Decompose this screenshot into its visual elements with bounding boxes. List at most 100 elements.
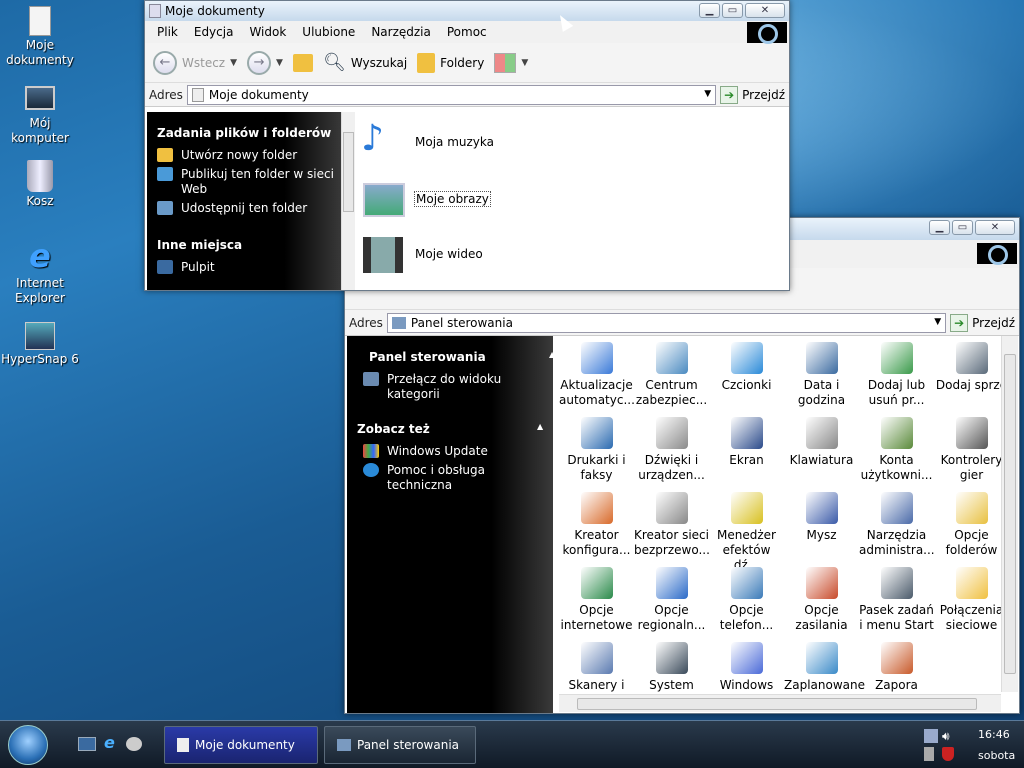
cp-item[interactable]: Ekran	[709, 417, 784, 468]
other-places-title[interactable]: Inne miejsca	[157, 238, 343, 252]
cp-item[interactable]: System	[634, 642, 709, 692]
menu-ulubione[interactable]: Ulubione	[294, 25, 363, 39]
cp-item[interactable]: Zapora systemu Windows	[859, 642, 934, 692]
h-scroll-thumb[interactable]	[577, 698, 977, 710]
minimize-button[interactable]: ▁	[929, 220, 950, 235]
chevron-down-icon[interactable]: ▼	[934, 317, 941, 327]
scroll-thumb[interactable]	[1004, 354, 1016, 674]
control-panel-window[interactable]: ▁ ▭ ✕ Adres Panel sterowania ▼ ➔ Przejdź…	[344, 217, 1020, 714]
cp-item[interactable]: Zaplanowane zadania	[784, 642, 865, 692]
forward-button[interactable]: → ▼	[247, 50, 283, 75]
cp-horizontal-scrollbar[interactable]	[559, 694, 1001, 712]
md-address-bar: Adres Moje dokumenty ▼ ➔ Przejdź	[145, 83, 789, 107]
menu-narzedzia[interactable]: Narzędzia	[363, 25, 439, 39]
publish-web-link[interactable]: Publikuj ten folder w sieci Web	[157, 167, 343, 197]
forward-arrow-icon: →	[247, 50, 272, 75]
clock-day[interactable]: sobota	[978, 749, 1015, 762]
cp-item[interactable]: Opcje telefon...	[709, 567, 784, 633]
windows-update-link[interactable]: Windows Update	[363, 444, 553, 459]
cp-item[interactable]: Opcje internetowe	[559, 567, 634, 633]
close-button[interactable]: ✕	[975, 220, 1015, 235]
ie-quicklaunch-icon[interactable]: e	[104, 733, 115, 752]
close-button[interactable]: ✕	[745, 3, 785, 18]
new-folder-link[interactable]: Utwórz nowy folder	[157, 148, 343, 163]
cp-item[interactable]: Dodaj lub usuń pr...	[859, 342, 934, 408]
device-icon[interactable]	[924, 747, 934, 761]
network-icon[interactable]	[924, 729, 938, 743]
cp-go-button[interactable]: ➔ Przejdź	[950, 313, 1015, 332]
md-pane-scrollbar[interactable]	[341, 112, 355, 290]
hypersnap-quicklaunch-icon[interactable]	[126, 737, 142, 751]
cp-item[interactable]: Data i godzina	[784, 342, 859, 408]
cp-item[interactable]: Mysz	[784, 492, 859, 543]
md-address-field[interactable]: Moje dokumenty ▼	[186, 84, 717, 105]
cp-vertical-scrollbar[interactable]	[1001, 336, 1018, 692]
cp-item[interactable]: Narzędzia administra...	[859, 492, 935, 558]
cp-item-icon	[880, 342, 913, 374]
up-folder-button[interactable]	[292, 53, 313, 72]
help-link[interactable]: Pomoc i obsługa techniczna	[363, 463, 553, 493]
folders-button[interactable]: Foldery	[417, 52, 484, 73]
md-task-pane: Zadania plików i folderów Utwórz nowy fo…	[147, 112, 343, 290]
cp-item[interactable]: Opcje folderów	[934, 492, 1004, 558]
show-desktop-icon[interactable]	[78, 737, 96, 751]
cp-item[interactable]: Drukarki i faksy	[559, 417, 634, 483]
menu-edycja[interactable]: Edycja	[186, 25, 242, 39]
cp-item[interactable]: Centrum zabezpiec...	[634, 342, 709, 408]
cp-item[interactable]: Klawiatura	[784, 417, 859, 468]
desktop-link[interactable]: Pulpit	[157, 260, 343, 275]
maximize-button[interactable]: ▭	[952, 220, 973, 235]
chevron-down-icon[interactable]: ▼	[230, 58, 237, 68]
scroll-thumb[interactable]	[343, 132, 354, 212]
switch-view-link[interactable]: Przełącz do widoku kategorii	[363, 372, 553, 402]
chevron-down-icon[interactable]: ▼	[276, 58, 283, 68]
cp-item[interactable]: Opcje regionaln...	[634, 567, 709, 633]
task-my-documents[interactable]: Moje dokumenty	[164, 726, 318, 764]
see-also-title[interactable]: Zobacz też ▲	[357, 422, 553, 436]
cp-item[interactable]: Kreator konfigura...	[559, 492, 634, 558]
cp-item[interactable]: Połączenia sieciowe	[934, 567, 1004, 633]
menu-pomoc[interactable]: Pomoc	[439, 25, 495, 39]
cp-item[interactable]: Dodaj sprzę	[934, 342, 1004, 393]
back-arrow-icon: ←	[153, 50, 177, 75]
share-folder-link[interactable]: Udostępnij ten folder	[157, 201, 343, 216]
cp-item[interactable]: Kreator sieci bezprzewo...	[634, 492, 710, 558]
desktop-icon-hypersnap[interactable]: HyperSnap 6	[0, 322, 80, 367]
desktop-icon-ie[interactable]: e Internet Explorer	[0, 240, 80, 306]
chevron-down-icon[interactable]: ▼	[704, 89, 711, 99]
desktop-icon-recycle-bin[interactable]: Kosz	[0, 160, 80, 209]
cp-address-field[interactable]: Panel sterowania ▼	[386, 312, 947, 333]
cp-item[interactable]: Konta użytkowni...	[859, 417, 934, 483]
cp-section-title[interactable]: Panel sterowania ▲	[369, 350, 555, 364]
cp-item[interactable]: Windows CardSpace	[709, 642, 784, 692]
chevron-down-icon[interactable]: ▼	[521, 58, 528, 68]
minimize-button[interactable]: ▁	[699, 3, 720, 18]
maximize-button[interactable]: ▭	[722, 3, 743, 18]
desktop-icon-computer[interactable]: Mój komputer	[0, 86, 80, 146]
cp-item[interactable]: Kontrolery gier	[934, 417, 1004, 483]
security-shield-icon[interactable]	[942, 747, 954, 761]
clock-time[interactable]: 16:46	[978, 728, 1010, 741]
md-go-button[interactable]: ➔ Przejdź	[720, 85, 785, 104]
back-button[interactable]: ← Wstecz ▼	[153, 50, 237, 75]
md-titlebar[interactable]: Moje dokumenty ▁ ▭ ✕	[145, 1, 789, 21]
my-documents-window[interactable]: Moje dokumenty ▁ ▭ ✕ Plik Edycja Widok U…	[144, 0, 790, 291]
desktop-icon-documents[interactable]: Moje dokumenty	[0, 6, 80, 68]
search-button[interactable]: 🔍︎ Wyszukaj	[323, 52, 407, 73]
cp-item[interactable]: Aktualizacje automatyc...	[559, 342, 635, 408]
cp-item[interactable]: Czcionki	[709, 342, 784, 393]
cp-item[interactable]: Dźwięki i urządzen...	[634, 417, 709, 483]
volume-icon[interactable]: 🔊︎	[942, 729, 950, 744]
cp-item[interactable]: Opcje zasilania	[784, 567, 859, 633]
start-button[interactable]	[8, 725, 48, 765]
cp-item-icon	[880, 417, 913, 449]
task-control-panel[interactable]: Panel sterowania	[324, 726, 476, 764]
menu-plik[interactable]: Plik	[149, 25, 186, 39]
cp-item[interactable]: Skanery i aparaty fotograficzne	[559, 642, 634, 692]
file-tasks-title[interactable]: Zadania plików i folderów	[157, 126, 343, 140]
menu-widok[interactable]: Widok	[241, 25, 294, 39]
cp-item[interactable]: Menedżer efektów dź...	[709, 492, 784, 573]
cp-item-icon	[955, 342, 988, 374]
cp-item[interactable]: Pasek zadań i menu Start	[859, 567, 934, 633]
views-button[interactable]: ▼	[494, 52, 528, 73]
